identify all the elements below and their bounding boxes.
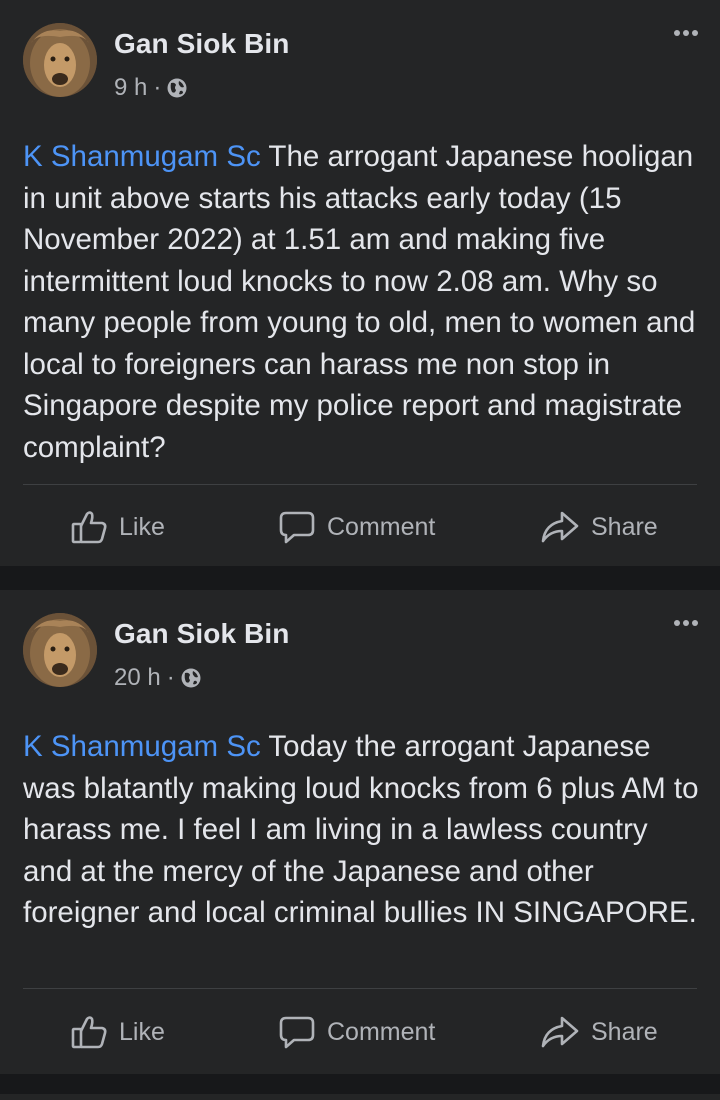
share-button[interactable]: Share	[540, 497, 658, 557]
post-meta: 20 h ·	[114, 664, 202, 692]
lion-avatar-image	[23, 613, 97, 687]
mention-link[interactable]: K Shanmugam Sc	[23, 730, 261, 763]
avatar[interactable]	[23, 613, 97, 687]
share-label: Share	[591, 1017, 658, 1046]
divider	[23, 988, 697, 989]
like-label: Like	[119, 512, 165, 541]
more-horizontal-icon	[674, 30, 680, 36]
post-card: Gan Siok Bin 20 h · K Shanmugam Sc Today…	[0, 590, 720, 1074]
post-body: The arrogant Japanese hooligan in unit a…	[23, 140, 696, 464]
avatar[interactable]	[23, 23, 97, 97]
mention-link[interactable]: K Shanmugam Sc	[23, 140, 261, 173]
author-name[interactable]: Gan Siok Bin	[114, 28, 289, 60]
speech-bubble-icon	[279, 511, 315, 544]
lion-avatar-image	[23, 23, 97, 97]
post-text: K Shanmugam Sc The arrogant Japanese hoo…	[23, 136, 703, 468]
meta-separator: ·	[153, 74, 162, 101]
comment-label: Comment	[327, 1017, 436, 1046]
share-label: Share	[591, 512, 658, 541]
author-name[interactable]: Gan Siok Bin	[114, 618, 289, 650]
post-actions: Like Comment Share	[0, 1002, 720, 1062]
post-card: Gan Siok Bin 9 h · K Shanmugam Sc The ar…	[0, 0, 720, 566]
share-button[interactable]: Share	[540, 1002, 658, 1062]
share-arrow-icon	[541, 511, 579, 543]
speech-bubble-icon	[279, 1016, 315, 1049]
comment-button[interactable]: Comment	[278, 1002, 435, 1062]
more-options-button[interactable]	[674, 30, 698, 36]
next-post-edge	[0, 1094, 720, 1100]
comment-label: Comment	[327, 512, 436, 541]
more-horizontal-icon	[674, 620, 680, 626]
thumbs-up-icon	[71, 511, 107, 544]
share-arrow-icon	[541, 1016, 579, 1048]
like-label: Like	[119, 1017, 165, 1046]
post-timestamp[interactable]: 9 h	[114, 74, 147, 102]
divider	[23, 484, 697, 485]
globe-icon	[181, 668, 201, 688]
post-actions: Like Comment Share	[0, 497, 720, 557]
post-meta: 9 h ·	[114, 74, 188, 102]
meta-separator: ·	[166, 664, 175, 691]
post-text: K Shanmugam Sc Today the arrogant Japane…	[23, 726, 703, 934]
thumbs-up-icon	[71, 1016, 107, 1049]
globe-icon	[167, 78, 187, 98]
post-timestamp[interactable]: 20 h	[114, 664, 161, 692]
comment-button[interactable]: Comment	[278, 497, 435, 557]
more-options-button[interactable]	[674, 620, 698, 626]
like-button[interactable]: Like	[70, 497, 165, 557]
like-button[interactable]: Like	[70, 1002, 165, 1062]
